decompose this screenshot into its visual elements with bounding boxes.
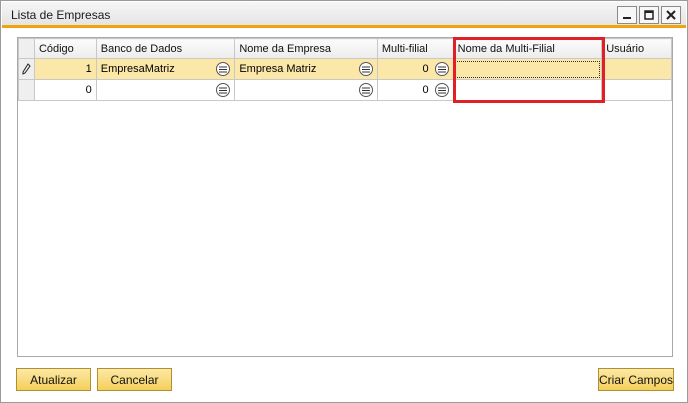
column-header-banco-de-dados[interactable]: Banco de Dados: [95, 38, 236, 59]
cell-banco-value: EmpresaMatriz: [100, 63, 175, 75]
cell-multifilial-value: 0: [422, 84, 429, 96]
table-row[interactable]: 1 EmpresaMatriz Empresa Matriz 0: [18, 58, 672, 80]
cell-multi-filial[interactable]: 0: [376, 79, 454, 101]
atualizar-button[interactable]: Atualizar: [16, 368, 91, 391]
company-list-window: Lista de Empresas Código Banco de Dados …: [0, 0, 688, 403]
cell-nome-value: Empresa Matriz: [239, 63, 317, 75]
table-row[interactable]: 0 0: [18, 79, 672, 101]
title-bar[interactable]: Lista de Empresas: [2, 2, 686, 28]
cell-multifilial-value: 0: [422, 63, 429, 75]
edit-pencil-icon: [22, 63, 32, 75]
list-icon[interactable]: [216, 83, 231, 97]
maximize-button[interactable]: [639, 6, 659, 24]
cell-multi-filial[interactable]: 0: [376, 58, 454, 80]
table-header-row: Código Banco de Dados Nome da Empresa Mu…: [18, 38, 672, 59]
row-selector-header: [18, 38, 35, 59]
cell-nome-da-empresa[interactable]: Empresa Matriz: [234, 58, 378, 80]
cell-codigo[interactable]: 0: [33, 79, 97, 101]
row-selector[interactable]: [18, 58, 35, 80]
list-icon[interactable]: [434, 83, 449, 97]
company-grid: Código Banco de Dados Nome da Empresa Mu…: [17, 37, 673, 357]
company-table: Código Banco de Dados Nome da Empresa Mu…: [18, 38, 672, 101]
maximize-icon: [644, 10, 654, 20]
cell-usuario[interactable]: [601, 58, 672, 80]
cancelar-button[interactable]: Cancelar: [97, 368, 172, 391]
list-icon[interactable]: [358, 83, 373, 97]
window-title: Lista de Empresas: [11, 8, 111, 22]
cell-banco-de-dados[interactable]: [95, 79, 236, 101]
close-button[interactable]: [661, 6, 681, 24]
column-header-nome-da-multi-filial[interactable]: Nome da Multi-Filial: [452, 38, 603, 59]
list-icon[interactable]: [434, 62, 449, 76]
close-icon: [666, 10, 676, 20]
column-header-usuario[interactable]: Usuário: [601, 38, 672, 59]
row-selector[interactable]: [18, 79, 35, 101]
cell-nome-da-empresa[interactable]: [234, 79, 378, 101]
column-header-codigo[interactable]: Código: [33, 38, 97, 59]
list-icon[interactable]: [216, 62, 231, 76]
minimize-icon: [623, 17, 631, 19]
column-header-nome-da-empresa[interactable]: Nome da Empresa: [234, 38, 378, 59]
cell-nome-da-multi-filial[interactable]: [452, 58, 603, 80]
cell-nome-da-multi-filial[interactable]: [452, 79, 603, 101]
cell-usuario[interactable]: [601, 79, 672, 101]
cell-codigo[interactable]: 1: [33, 58, 97, 80]
list-icon[interactable]: [358, 62, 373, 76]
criar-campos-button[interactable]: Criar Campos: [598, 368, 674, 391]
column-header-multi-filial[interactable]: Multi-filial: [376, 38, 454, 59]
cell-banco-de-dados[interactable]: EmpresaMatriz: [95, 58, 236, 80]
minimize-button[interactable]: [617, 6, 637, 24]
